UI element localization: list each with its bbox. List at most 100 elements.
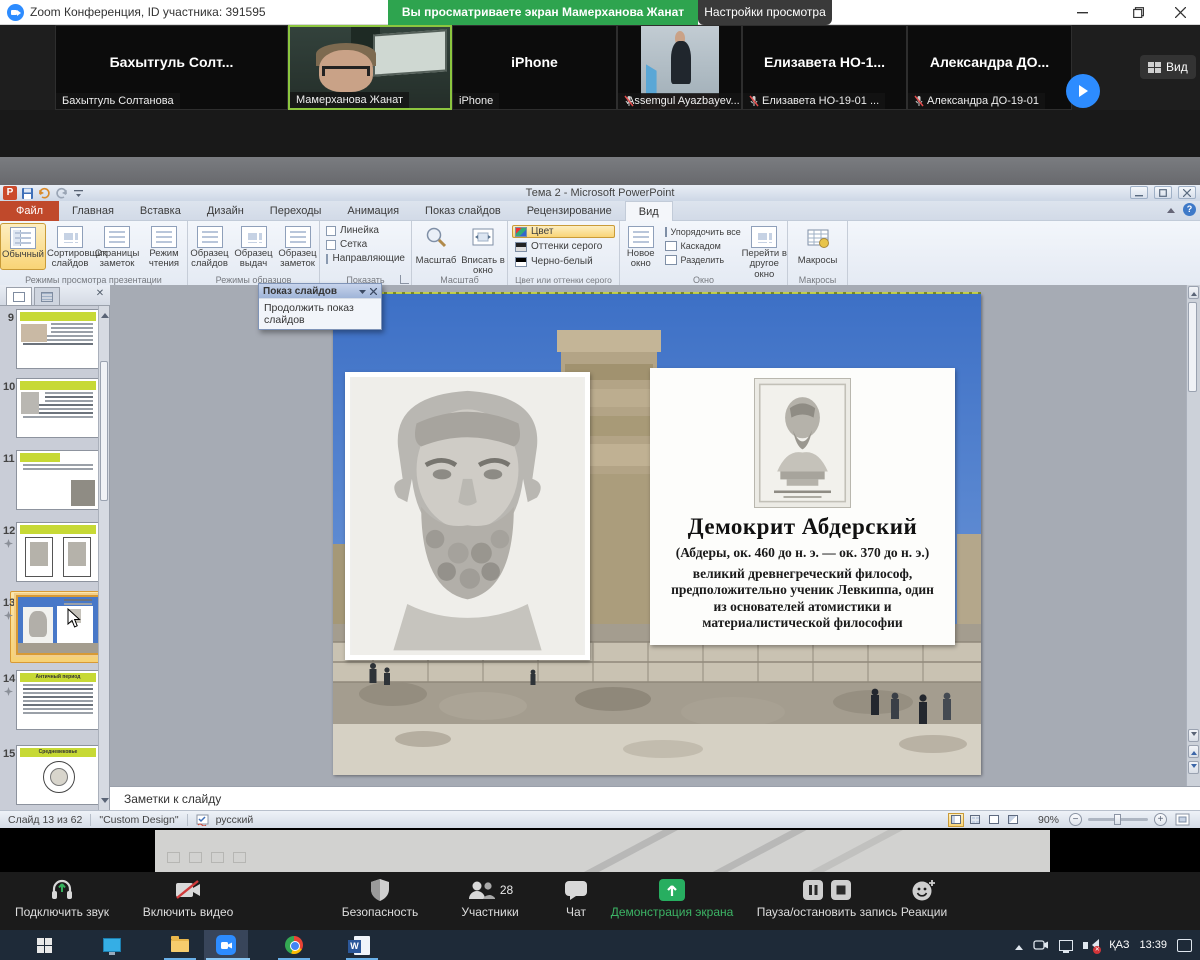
zoom-button[interactable]: Масштаб [413,223,459,277]
homer-bust-image[interactable] [345,372,590,660]
switch-window-button[interactable]: Перейти в другое окно [742,223,787,280]
tab-home[interactable]: Главная [59,201,127,221]
file-explorer-button[interactable] [160,933,200,957]
thumbnails-scrollbar[interactable] [98,306,109,810]
zoom-percentage[interactable]: 90% [1029,814,1059,826]
dialog-launcher-icon[interactable] [400,275,409,284]
black-white-button[interactable]: Черно-белый [512,255,615,268]
participant-tile-assemgul[interactable]: Assemgul Ayazbayev... [617,25,742,110]
task-view-button[interactable] [92,933,132,957]
tab-review[interactable]: Рецензирование [514,201,625,221]
normal-view-button[interactable]: Обычный [0,223,46,270]
slide-thumbnail-15[interactable]: Средневековье [16,745,100,805]
slide-thumbnail-13-selected[interactable] [16,595,100,655]
macros-button[interactable]: Макросы [795,223,841,266]
thumbnails-scroll-thumb[interactable] [100,361,108,501]
tab-transitions[interactable]: Переходы [257,201,335,221]
color-button[interactable]: Цвет [512,225,615,238]
start-button[interactable] [24,933,64,957]
slide-thumbnail-10[interactable] [16,378,100,438]
tab-insert[interactable]: Вставка [127,201,194,221]
slideshow-popup-titlebar[interactable]: Показ слайдов [259,284,381,298]
slide-thumbnail-14[interactable]: Античный период [16,670,100,730]
customize-toolbar-icon[interactable] [72,187,85,200]
zoom-out-button[interactable]: − [1069,813,1082,826]
participant-tile-alexandra[interactable]: Александра ДО... Александра ДО-19-01 [907,25,1072,110]
minimize-button[interactable] [1062,0,1102,25]
tab-design[interactable]: Дизайн [194,201,257,221]
thumb-scroll-up-icon[interactable] [101,309,109,318]
join-audio-button[interactable]: Подключить звук [6,878,118,919]
share-screen-button[interactable]: Демонстрация экрана [608,878,736,919]
action-center-icon[interactable] [1177,939,1192,952]
zoom-tray-icon[interactable] [1033,938,1049,952]
arrange-all-button[interactable]: Упорядочить все [662,226,742,238]
thumb-scroll-down-icon[interactable] [101,798,109,807]
view-layout-button[interactable]: Вид [1140,55,1196,79]
language-indicator[interactable]: ҚАЗ [1109,939,1129,951]
clock[interactable]: 13:39 [1139,939,1167,951]
view-settings-button[interactable]: Настройки просмотра [698,0,832,25]
handout-master-button[interactable]: Образец выдач [232,223,275,270]
security-button[interactable]: Безопасность [330,878,430,919]
pause-icon[interactable] [802,879,824,901]
panel-close-icon[interactable]: ✕ [94,288,106,300]
reading-view-button[interactable]: Режим чтения [141,223,187,270]
spellcheck-icon[interactable] [196,813,210,826]
tab-view[interactable]: Вид [625,201,673,221]
new-window-button[interactable]: Новое окно [620,223,662,280]
tray-overflow-chevron[interactable] [1015,941,1023,950]
zoom-slider-track[interactable] [1088,818,1148,821]
pause-stop-recording-button[interactable]: Пауза/остановить запись [752,878,902,919]
cascade-button[interactable]: Каскадом [662,240,742,252]
start-video-button[interactable]: Включить видео [134,878,242,919]
grayscale-button[interactable]: Оттенки серого [512,240,615,253]
close-button[interactable] [1160,0,1200,25]
current-slide[interactable]: Демокрит Абдерский (Абдеры, ок. 460 до н… [333,294,981,775]
outline-tab[interactable] [34,287,60,305]
fit-slide-button[interactable] [1175,813,1190,826]
word-taskbar-button[interactable]: W [342,933,382,957]
tab-slideshow[interactable]: Показ слайдов [412,201,514,221]
slide-thumbnail-9[interactable] [16,309,100,369]
maximize-button[interactable] [1118,0,1158,25]
next-participants-button[interactable] [1066,74,1100,108]
notes-master-button[interactable]: Образец заметок [276,223,319,270]
zoom-slider-thumb[interactable] [1114,814,1121,825]
collapse-ribbon-icon[interactable] [1167,204,1175,213]
previous-slide-button[interactable] [1188,745,1199,758]
participant-tile-bakhytgul[interactable]: Бахытгуль Солт... Бахытгуль Солтанова [55,25,288,110]
ppt-maximize-button[interactable] [1154,186,1172,199]
notes-page-button[interactable]: Страницы заметок [94,223,140,270]
participant-tile-elizaveta[interactable]: Елизавета НО-1... Елизавета НО-19-01 ... [742,25,907,110]
zoom-taskbar-button[interactable] [206,933,246,957]
ppt-close-button[interactable] [1178,186,1196,199]
popup-dropdown-icon[interactable] [359,288,366,295]
gridlines-checkbox-row[interactable]: Сетка [326,239,405,250]
chrome-taskbar-button[interactable] [274,933,314,957]
scroll-up-button[interactable] [1188,286,1199,299]
proofing-language[interactable]: русский [216,814,254,826]
reading-view-shortcut[interactable] [986,813,1002,827]
next-slide-button[interactable] [1188,761,1199,774]
fit-to-window-button[interactable]: Вписать в окно [460,223,506,277]
reactions-button[interactable]: Реакции [894,878,954,919]
split-button[interactable]: Разделить [662,254,742,266]
zoom-in-button[interactable]: + [1154,813,1167,826]
scrollbar-thumb[interactable] [1188,302,1197,392]
tab-animations[interactable]: Анимация [334,201,412,221]
slide-sorter-shortcut[interactable] [967,813,983,827]
slides-tab[interactable] [6,287,32,305]
stop-icon[interactable] [830,879,852,901]
participant-tile-iphone[interactable]: iPhone iPhone [452,25,617,110]
slide-thumbnail-11[interactable] [16,450,100,510]
slideshow-shortcut[interactable] [1005,813,1021,827]
resume-slideshow-item[interactable]: Продолжить показ слайдов [259,298,381,329]
ppt-minimize-button[interactable] [1130,186,1148,199]
speaker-muted-icon[interactable]: ✕ [1083,939,1099,952]
democritus-text-card[interactable]: Демокрит Абдерский (Абдеры, ок. 460 до н… [650,368,955,645]
slide-scrollbar[interactable] [1186,285,1200,786]
tab-file[interactable]: Файл [0,201,59,221]
scroll-down-button[interactable] [1188,729,1199,742]
chat-button[interactable]: Чат [552,878,600,919]
